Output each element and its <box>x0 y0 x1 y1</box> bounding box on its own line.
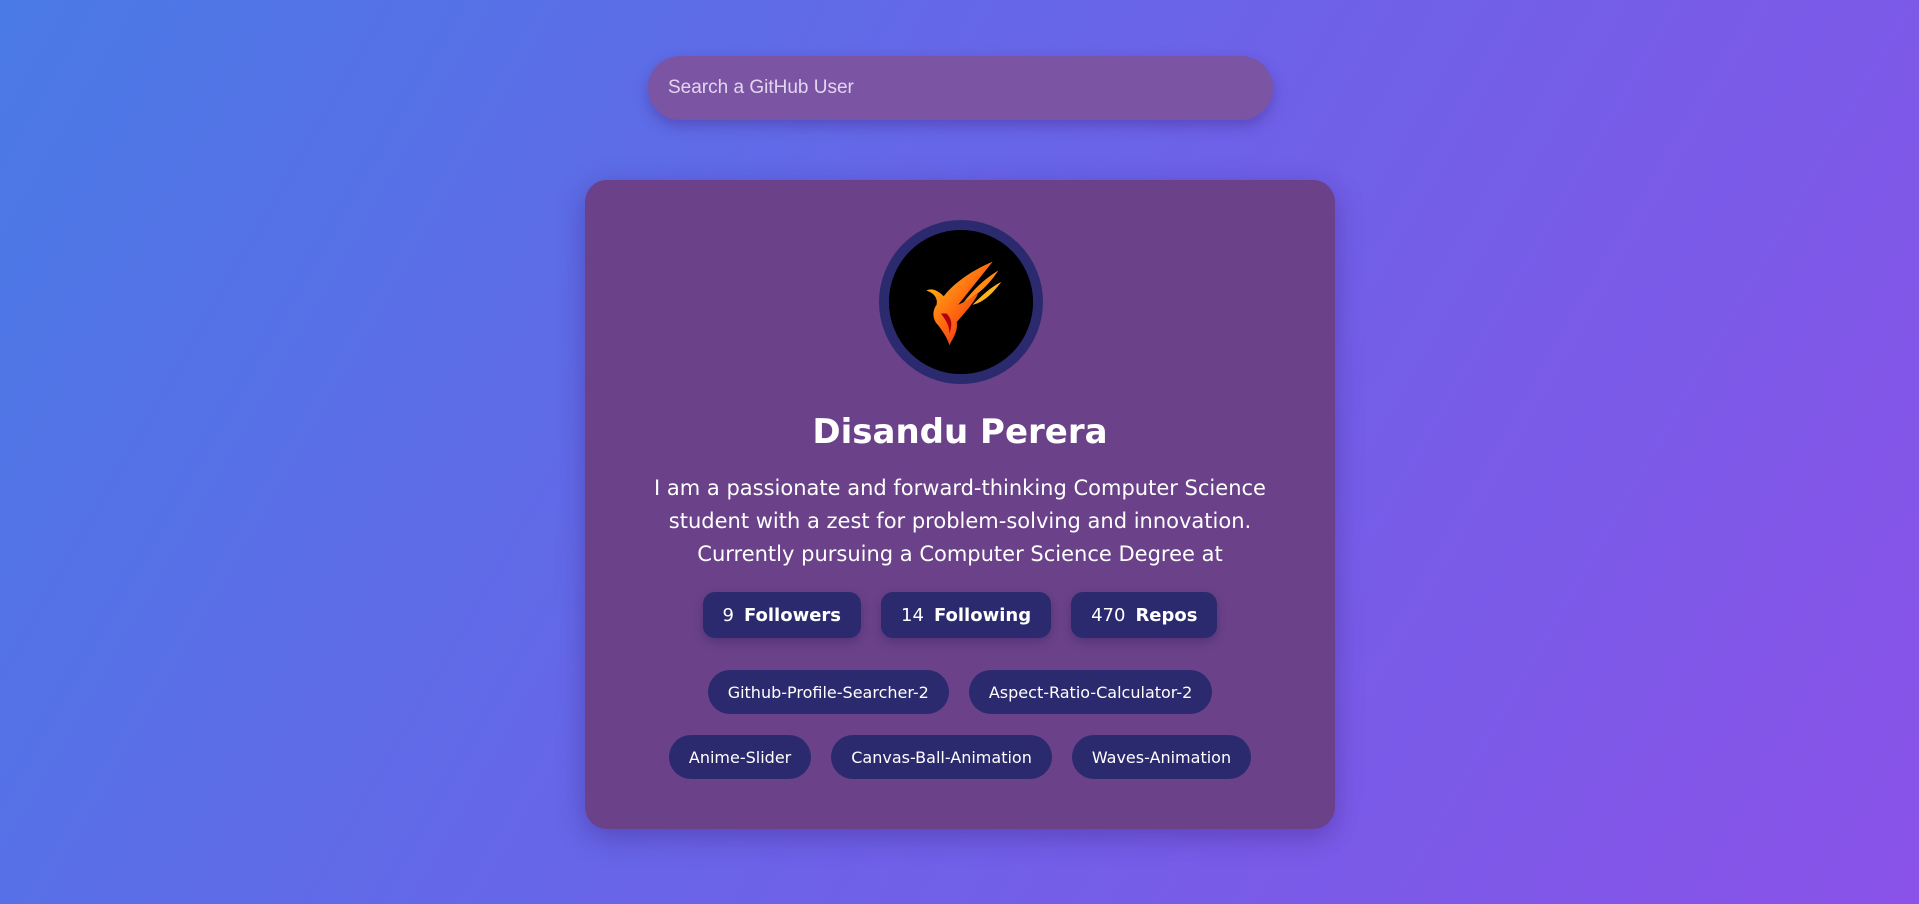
stat-count: 9 <box>722 604 734 626</box>
profile-bio: I am a passionate and forward-thinking C… <box>654 476 1266 566</box>
repo-link[interactable]: Waves-Animation <box>1071 735 1252 779</box>
search-input[interactable] <box>648 56 1273 120</box>
stat-repos: 470 Repos <box>1071 592 1218 638</box>
avatar <box>879 220 1043 384</box>
stat-count: 470 <box>1091 604 1126 626</box>
stat-label: Repos <box>1135 604 1198 626</box>
repo-row: Github-Profile-Searcher-2 Aspect-Ratio-C… <box>585 670 1335 714</box>
stat-following: 14 Following <box>881 592 1052 638</box>
stat-count: 14 <box>901 604 924 626</box>
repo-list: Github-Profile-Searcher-2 Aspect-Ratio-C… <box>585 670 1335 779</box>
profile-name: Disandu Perera <box>812 412 1108 452</box>
stat-label: Following <box>933 604 1032 626</box>
search-bar <box>648 56 1273 120</box>
repo-link[interactable]: Canvas-Ball-Animation <box>831 735 1052 779</box>
profile-card: Disandu Perera I am a passionate and for… <box>585 180 1335 829</box>
stat-label: Followers <box>743 604 842 626</box>
stats-list: 9 Followers 14 Following 470 Repos <box>585 592 1335 638</box>
repo-row: Anime-Slider Canvas-Ball-Animation Waves… <box>585 735 1335 779</box>
stat-followers: 9 Followers <box>702 592 862 638</box>
phoenix-logo-icon <box>889 230 1033 374</box>
repo-link[interactable]: Aspect-Ratio-Calculator-2 <box>968 670 1213 714</box>
repo-link[interactable]: Github-Profile-Searcher-2 <box>707 670 949 714</box>
repo-link[interactable]: Anime-Slider <box>668 735 812 779</box>
